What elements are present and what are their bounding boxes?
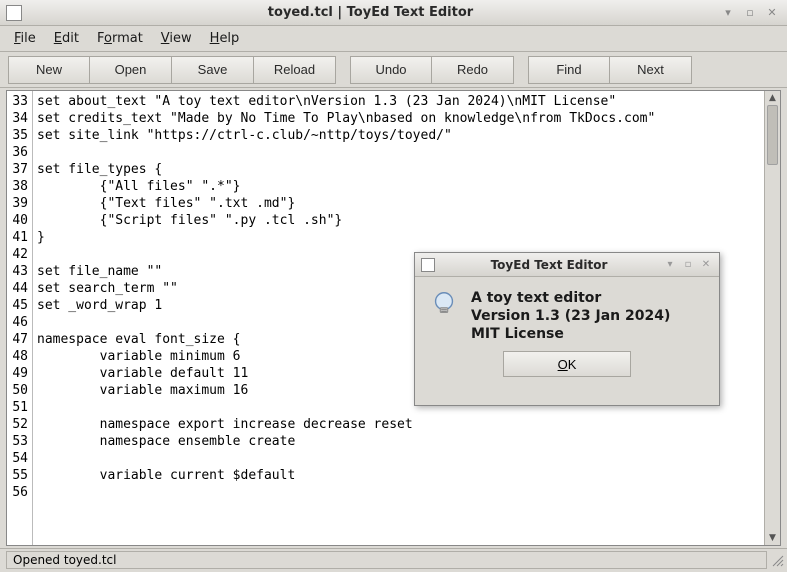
menu-help[interactable]: Help [202,28,248,49]
maximize-icon[interactable]: ▫ [741,4,759,22]
ok-mnemonic: O [558,357,568,372]
open-button[interactable]: Open [90,56,172,84]
dialog-maximize-icon[interactable]: ▫ [681,258,695,272]
app-icon [6,5,22,21]
about-dialog: ToyEd Text Editor ▾ ▫ ✕ A toy text edito… [414,252,720,406]
line-number-gutter: 33 34 35 36 37 38 39 40 41 42 43 44 45 4… [7,91,33,545]
scroll-up-icon[interactable]: ▲ [765,91,780,105]
find-button[interactable]: Find [528,56,610,84]
save-button[interactable]: Save [172,56,254,84]
menu-view[interactable]: View [153,28,200,49]
resize-grip-icon[interactable] [769,552,785,568]
new-button[interactable]: New [8,56,90,84]
dialog-body: A toy text editor Version 1.3 (23 Jan 20… [415,277,719,351]
dialog-button-row: OK [415,351,719,387]
minimize-icon[interactable]: ▾ [719,4,737,22]
vertical-scrollbar[interactable]: ▲ ▼ [764,91,780,545]
window-title: toyed.tcl | ToyEd Text Editor [22,5,719,20]
next-button[interactable]: Next [610,56,692,84]
toolbar-group: UndoRedo [350,56,514,84]
dialog-minimize-icon[interactable]: ▾ [663,258,677,272]
toolbar-group: NewOpenSaveReload [8,56,336,84]
dialog-close-icon[interactable]: ✕ [699,258,713,272]
menu-edit[interactable]: Edit [46,28,87,49]
undo-button[interactable]: Undo [350,56,432,84]
redo-button[interactable]: Redo [432,56,514,84]
reload-button[interactable]: Reload [254,56,336,84]
window-controls: ▾ ▫ ✕ [719,4,781,22]
menubar: FileEditFormatViewHelp [0,26,787,52]
dialog-app-icon [421,258,435,272]
dialog-title: ToyEd Text Editor [435,258,663,272]
window-titlebar: toyed.tcl | ToyEd Text Editor ▾ ▫ ✕ [0,0,787,26]
status-text: Opened toyed.tcl [6,551,767,569]
info-bulb-icon [429,289,459,319]
dialog-titlebar[interactable]: ToyEd Text Editor ▾ ▫ ✕ [415,253,719,277]
scroll-down-icon[interactable]: ▼ [765,531,780,545]
scrollbar-thumb[interactable] [767,105,778,165]
ok-rest: K [568,357,577,372]
menu-file[interactable]: File [6,28,44,49]
dialog-controls: ▾ ▫ ✕ [663,258,713,272]
menu-format[interactable]: Format [89,28,151,49]
ok-button[interactable]: OK [503,351,631,377]
toolbar-group: FindNext [528,56,692,84]
toolbar: NewOpenSaveReload UndoRedo FindNext [0,52,787,88]
dialog-message: A toy text editor Version 1.3 (23 Jan 20… [471,289,670,343]
close-icon[interactable]: ✕ [763,4,781,22]
statusbar: Opened toyed.tcl [0,548,787,570]
